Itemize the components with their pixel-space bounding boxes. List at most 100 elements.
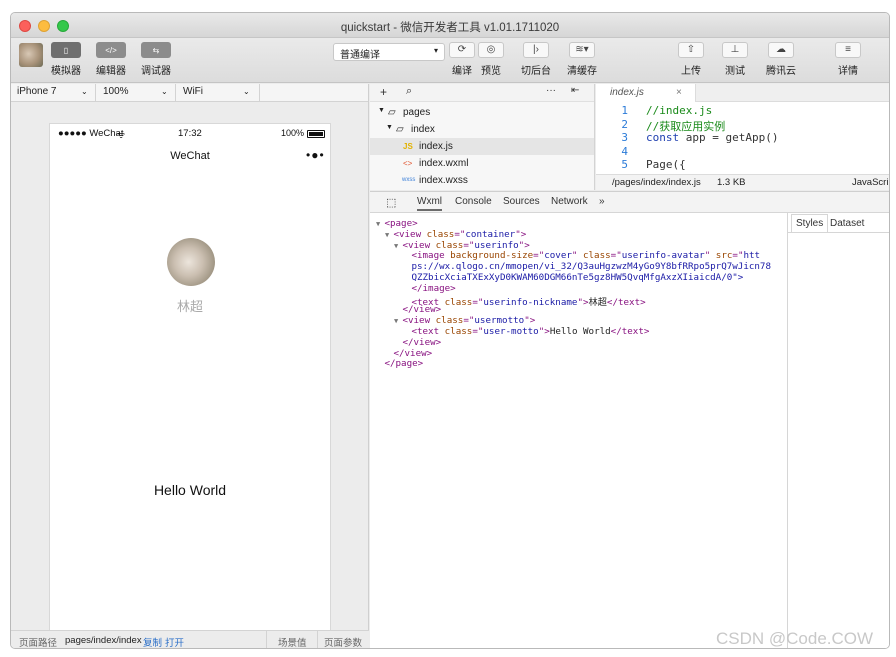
- tencent-cloud-button[interactable]: ☁ 腾讯云: [766, 42, 796, 77]
- compile-label: 编译: [452, 66, 472, 77]
- simulator-status-bar: 页面路径 pages/index/index 复制 打开 场景值 页面参数: [11, 630, 369, 648]
- editor-tab-index-js[interactable]: index.js ×: [596, 84, 696, 102]
- simulator-label: 模拟器: [51, 66, 81, 77]
- preview-button[interactable]: ◎ 预览: [478, 42, 504, 77]
- simulator-toggle[interactable]: ▯ 模拟器: [42, 42, 90, 77]
- editor-status-bar: /pages/index/index.js 1.3 KB JavaScript: [596, 174, 889, 190]
- network-select[interactable]: WiFi ⌄: [183, 86, 261, 97]
- zoom-value: 100%: [103, 86, 129, 97]
- tree-item-label: index: [411, 124, 435, 135]
- copy-link[interactable]: 复制: [143, 635, 162, 648]
- wxml-node[interactable]: ▼ <view class="usermotto">: [394, 315, 535, 326]
- folder-icon: ▱: [388, 107, 396, 118]
- tab-console[interactable]: Console: [455, 196, 492, 207]
- wxml-node[interactable]: QZZbicXciaTXExXyD0KWAM60DGM66nTe5gz8HW5Q…: [403, 272, 743, 283]
- clear-cache-label: 清缓存: [567, 66, 597, 77]
- page-params-button[interactable]: 页面参数: [324, 635, 362, 648]
- editor-toggle[interactable]: </> 编辑器: [87, 42, 135, 77]
- background-label: 切后台: [521, 66, 551, 77]
- editor-tab-label: index.js: [610, 87, 644, 98]
- tab-sources[interactable]: Sources: [503, 196, 540, 207]
- line-number: 5: [621, 158, 628, 172]
- tab-network[interactable]: Network: [551, 196, 588, 207]
- element-picker-icon[interactable]: ⬚: [386, 196, 396, 209]
- upload-button[interactable]: ⇧ 上传: [678, 42, 704, 77]
- tab-styles[interactable]: Styles: [791, 214, 829, 232]
- userinfo-avatar[interactable]: [167, 238, 215, 286]
- tab-wxml[interactable]: Wxml: [417, 196, 442, 211]
- wxml-node[interactable]: </view>: [394, 337, 441, 348]
- status-time: 17:32: [178, 128, 202, 139]
- chevron-down-icon: ⌄: [161, 87, 168, 96]
- wxml-node[interactable]: <image background-size="cover" class="us…: [403, 250, 760, 261]
- scene-value-button[interactable]: 场景值: [278, 635, 307, 648]
- device-select[interactable]: iPhone 7 ⌄: [17, 86, 89, 97]
- kebab-menu-icon[interactable]: ⋮: [889, 195, 890, 206]
- file-tree-panel: + ⌕ ··· ⇤ ▼ ▱ pages ▼ ▱ index JS index.j…: [370, 84, 595, 190]
- compile-button[interactable]: ⟳ 编译: [449, 42, 475, 77]
- add-file-icon[interactable]: +: [380, 85, 387, 99]
- flask-icon: ⊥: [730, 44, 740, 55]
- zoom-select[interactable]: 100% ⌄: [103, 86, 175, 97]
- clear-cache-button[interactable]: ≋▾ 清缓存: [567, 42, 597, 77]
- editor-label: 编辑器: [96, 66, 126, 77]
- device-value: iPhone 7: [17, 86, 57, 97]
- details-label: 详情: [838, 66, 858, 77]
- search-icon[interactable]: ⌕: [406, 85, 412, 98]
- wxml-node[interactable]: </view>: [394, 304, 441, 315]
- upload-icon: ⇧: [686, 44, 696, 55]
- styles-tabs: Styles Dataset: [788, 213, 889, 233]
- wxml-node[interactable]: ▼ <page>: [376, 218, 418, 229]
- tree-item-index-wxml[interactable]: <> index.wxml: [370, 155, 594, 172]
- line-number: 1: [621, 104, 628, 117]
- debug-icon: ⇆: [152, 45, 160, 55]
- code-text: //index.js: [646, 104, 713, 117]
- wxml-node[interactable]: </page>: [376, 358, 423, 369]
- tencent-cloud-label: 腾讯云: [766, 66, 796, 77]
- wxml-node[interactable]: </view>: [385, 348, 432, 359]
- main-toolbar: ▯ 模拟器 </> 编辑器 ⇆ 调试器 普通编译 ▾ ⟳ 编译 ◎ 预览 |› …: [11, 38, 889, 83]
- phone-icon: ▯: [63, 45, 69, 55]
- code-text: Page({: [646, 158, 686, 172]
- folder-icon: ▱: [396, 124, 404, 135]
- background-button[interactable]: |› 切后台: [521, 42, 551, 77]
- test-button[interactable]: ⊥ 测试: [722, 42, 748, 77]
- compile-mode-select[interactable]: 普通编译 ▾: [333, 43, 445, 61]
- nav-title: WeChat: [170, 150, 210, 162]
- wxss-file-icon: wxss: [402, 177, 416, 183]
- collapse-icon[interactable]: ⇤: [571, 85, 579, 96]
- tree-item-index-wxss[interactable]: wxss index.wxss: [370, 172, 594, 189]
- tree-item-index-js[interactable]: JS index.js: [370, 138, 594, 155]
- title-bar: quickstart - 微信开发者工具 v1.01.1711020: [11, 13, 889, 38]
- chevron-down-icon: ▾: [433, 46, 438, 55]
- debugger-toggle[interactable]: ⇆ 调试器: [132, 42, 180, 77]
- wxml-node[interactable]: <text class="user-motto">Hello World</te…: [403, 326, 649, 337]
- wxml-node[interactable]: ps://wx.qlogo.cn/mmopen/vi_32/Q3auHgzwzM…: [403, 261, 771, 272]
- chevron-down-icon: ⌄: [243, 87, 250, 96]
- styles-pane: Styles Dataset: [787, 213, 889, 648]
- tree-item-pages[interactable]: ▼ ▱ pages: [370, 104, 594, 121]
- more-icon[interactable]: ···: [546, 85, 556, 96]
- details-button[interactable]: ≡ 详情: [835, 42, 861, 77]
- wxml-node[interactable]: <text class="userinfo-nickname">林超</text…: [403, 294, 645, 308]
- battery-icon: [307, 130, 325, 138]
- wxml-node[interactable]: ▼ <view class="container">: [385, 229, 526, 240]
- open-link[interactable]: 打开: [165, 635, 184, 648]
- more-menu-icon[interactable]: •●•: [306, 148, 325, 162]
- chevron-down-icon: ▼: [386, 124, 393, 131]
- test-label: 测试: [725, 66, 745, 77]
- user-avatar-button[interactable]: [19, 43, 43, 67]
- eye-icon: ◎: [486, 44, 496, 55]
- code-area[interactable]: 1//index.js 2//获取应用实例 3 const app = getApp(…: [596, 104, 889, 174]
- tab-dataset[interactable]: Dataset: [830, 218, 864, 229]
- code-text: const app = getApp(): [646, 131, 779, 145]
- wxml-node[interactable]: ▼ <view class="userinfo">: [394, 240, 530, 251]
- layers-icon: ≋▾: [575, 44, 589, 55]
- wxml-node[interactable]: </image>: [403, 283, 455, 294]
- more-tabs-icon[interactable]: »: [599, 196, 605, 207]
- close-icon[interactable]: ×: [676, 87, 682, 98]
- page-path-value: pages/index/index: [65, 635, 142, 646]
- tree-item-index-folder[interactable]: ▼ ▱ index: [370, 121, 594, 138]
- devtools-window: quickstart - 微信开发者工具 v1.01.1711020 ▯ 模拟器…: [10, 12, 890, 649]
- watermark: CSDN @Code.COW: [716, 629, 874, 648]
